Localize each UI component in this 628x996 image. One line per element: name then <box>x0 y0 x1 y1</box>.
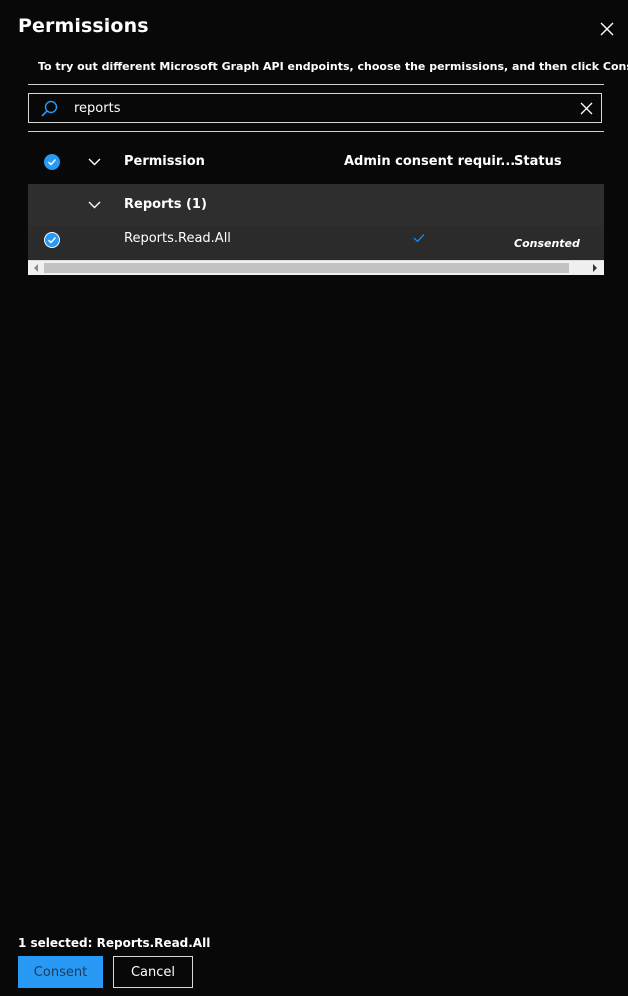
chevron-down-icon <box>88 158 100 166</box>
divider <box>28 131 604 132</box>
permissions-panel: Permissions To try out different Microso… <box>0 0 628 996</box>
divider <box>28 84 604 85</box>
cancel-button[interactable]: Cancel <box>113 956 193 988</box>
status-text: Consented <box>514 237 580 250</box>
column-header-permission[interactable]: Permission <box>124 154 205 169</box>
row-checkbox[interactable] <box>44 232 60 248</box>
scroll-thumb[interactable] <box>44 263 569 273</box>
selection-summary: 1 selected: Reports.Read.All <box>18 936 211 950</box>
column-header-admin-consent[interactable]: Admin consent requir... <box>344 154 515 169</box>
group-collapse-button[interactable] <box>86 197 102 213</box>
select-all-checkbox[interactable] <box>44 154 60 170</box>
scroll-right-button[interactable] <box>588 261 602 275</box>
panel-title: Permissions <box>18 15 149 37</box>
clear-icon <box>580 102 592 114</box>
consent-button[interactable]: Consent <box>18 956 103 988</box>
checkmark-circle-icon <box>48 237 57 244</box>
checkmark-circle-icon <box>48 159 57 166</box>
search-input[interactable] <box>74 98 554 118</box>
table-header: Permission Admin consent requir... Statu… <box>28 143 604 181</box>
scroll-left-button[interactable] <box>29 261 43 275</box>
checkmark-icon <box>413 234 425 243</box>
horizontal-scrollbar[interactable] <box>28 260 604 275</box>
permission-name: Reports.Read.All <box>124 231 231 246</box>
group-label: Reports (1) <box>124 197 207 212</box>
panel-subtitle: To try out different Microsoft Graph API… <box>38 60 628 73</box>
column-header-status[interactable]: Status <box>514 154 562 169</box>
search-icon <box>41 100 58 117</box>
chevron-down-icon <box>88 201 100 209</box>
close-icon <box>600 22 614 36</box>
clear-search-button[interactable] <box>577 99 595 117</box>
close-button[interactable] <box>596 18 618 40</box>
arrow-right-icon <box>593 264 597 272</box>
permissions-list: Reports (1) Reports.Read.All Consented <box>28 184 604 260</box>
arrow-left-icon <box>34 264 38 272</box>
search-box[interactable] <box>28 93 602 123</box>
table-row[interactable]: Reports.Read.All Consented <box>28 226 604 260</box>
collapse-all-button[interactable] <box>86 154 102 170</box>
group-header-reports[interactable]: Reports (1) <box>28 184 604 226</box>
